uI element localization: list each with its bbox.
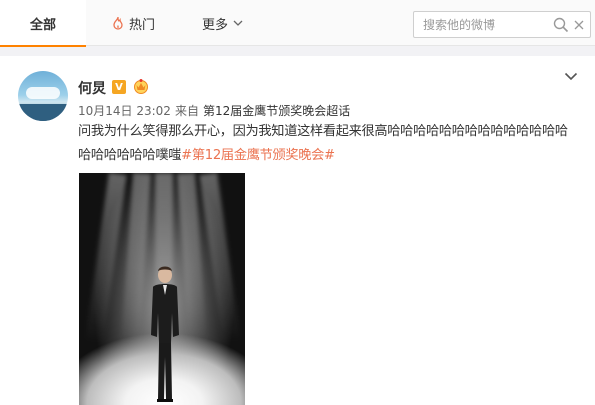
- tab-more[interactable]: 更多: [202, 0, 243, 46]
- chevron-down-icon: [233, 20, 243, 26]
- tab-more-label: 更多: [202, 17, 229, 33]
- username[interactable]: 何炅: [78, 78, 106, 98]
- post-text: 问我为什么笑得那么开心，因为我知道这样看起来很高哈哈哈哈哈哈哈哈哈哈哈哈哈哈哈哈…: [78, 120, 578, 168]
- weibo-post: 何炅 V 10月14日 23:02 来自 第12届金鹰节颁奖晚会超话 问我为什么笑得…: [0, 56, 595, 405]
- search-icon[interactable]: [553, 17, 569, 33]
- verified-badge: V: [112, 80, 126, 94]
- from-label: 来自: [174, 104, 199, 118]
- tab-bar: 全部 热门 更多: [0, 0, 595, 47]
- crown-icon[interactable]: [132, 78, 150, 94]
- post-source[interactable]: 第12届金鹰节颁奖晚会超话: [203, 104, 350, 118]
- tab-all[interactable]: 全部: [0, 0, 86, 47]
- tab-hot-label: 热门: [129, 17, 156, 33]
- performer-figure: [151, 266, 179, 402]
- topic-link[interactable]: #第12届金鹰节颁奖晚会#: [181, 148, 335, 163]
- chevron-down-icon[interactable]: [564, 72, 578, 81]
- tab-hot[interactable]: 热门: [112, 0, 155, 46]
- search-box: [413, 11, 591, 38]
- search-input[interactable]: [414, 12, 554, 37]
- tab-all-label: 全部: [29, 17, 56, 33]
- clear-icon[interactable]: [573, 19, 585, 31]
- avatar[interactable]: [18, 71, 68, 121]
- flame-icon: [113, 16, 123, 30]
- post-date[interactable]: 10月14日 23:02: [78, 104, 171, 118]
- post-image[interactable]: [79, 173, 245, 405]
- post-meta: 10月14日 23:02 来自 第12届金鹰节颁奖晚会超话: [78, 102, 350, 119]
